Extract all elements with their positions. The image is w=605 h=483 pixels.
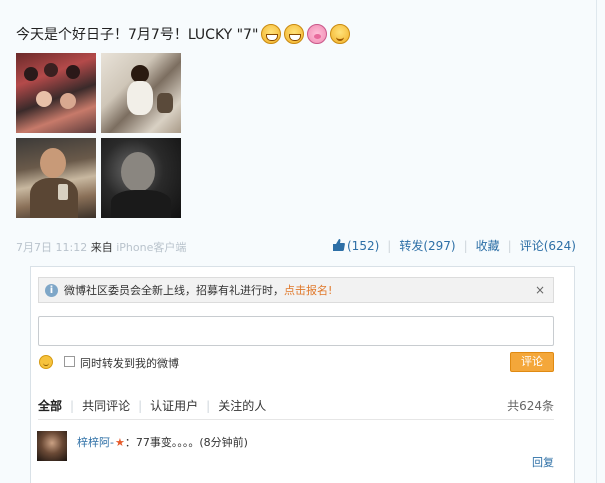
comment-filters: 全部 | 共同评论 | 认证用户 | 关注的人 — [38, 397, 266, 414]
post-source[interactable]: iPhone客户端 — [116, 241, 186, 254]
grin-icon — [284, 24, 305, 44]
avatar[interactable] — [37, 431, 67, 461]
action-divider: | — [387, 238, 392, 253]
scrollbar-track — [596, 0, 597, 483]
weibo-post-page: 今天是个好日子！7月7号！LUCKY "7" 7月7日 11:12 来自 iPh… — [0, 0, 605, 483]
submit-comment-button[interactable]: 评论 — [510, 352, 554, 372]
comment-total: 共624条 — [507, 399, 554, 413]
post-text: 今天是个好日子！7月7号！LUCKY "7" — [16, 27, 259, 43]
post-actions: (152) | 转发(297) | 收藏 | 评论(624) — [332, 237, 576, 254]
like-button[interactable]: (152) — [332, 238, 380, 253]
filter-common[interactable]: 共同评论 — [82, 397, 130, 414]
star-badge-icon[interactable]: ★ — [115, 436, 125, 449]
grin-icon — [261, 24, 282, 44]
photo-selfie[interactable] — [16, 138, 96, 218]
action-divider: | — [507, 238, 512, 253]
photo-restaurant[interactable] — [101, 53, 181, 133]
post-content: 今天是个好日子！7月7号！LUCKY "7" — [16, 24, 351, 44]
repost-checkbox[interactable] — [64, 356, 75, 367]
close-icon[interactable]: × — [535, 283, 545, 297]
comment-text: ：77事变。。。。 — [124, 436, 200, 449]
filter-divider: | — [138, 398, 143, 413]
reply-button[interactable]: 回复 — [532, 454, 554, 470]
filter-divider: | — [206, 398, 211, 413]
comment-time: (8分钟前) — [199, 436, 248, 449]
favorite-button[interactable]: 收藏 — [476, 237, 500, 254]
filter-verified[interactable]: 认证用户 — [150, 397, 198, 414]
wink-icon — [330, 24, 351, 44]
repost-button[interactable]: 转发(297) — [399, 237, 455, 254]
thumbs-up-icon — [332, 238, 345, 251]
action-divider: | — [463, 238, 468, 253]
signup-link[interactable]: 点击报名! — [284, 282, 332, 298]
filter-divider: | — [70, 398, 75, 413]
post-date[interactable]: 7月7日 11:12 — [16, 241, 87, 254]
filter-all[interactable]: 全部 — [38, 397, 62, 414]
post-meta: 7月7日 11:12 来自 iPhone客户端 — [16, 239, 186, 255]
commenter-name[interactable]: 梓梓阿- — [77, 436, 114, 449]
like-count: (152) — [347, 238, 380, 253]
pig-icon — [307, 24, 328, 44]
comment-panel: i 微博社区委员会全新上线，招募有礼进行时， 点击报名! × 同时转发到我的微博… — [30, 266, 575, 483]
comment-item: 梓梓阿-★：77事变。。。。(8分钟前) — [77, 434, 248, 450]
notice-text: 微博社区委员会全新上线，招募有礼进行时， — [64, 284, 284, 297]
comment-input[interactable] — [38, 316, 554, 346]
notice-banner: i 微博社区委员会全新上线，招募有礼进行时， 点击报名! × — [38, 277, 554, 303]
repost-checkbox-label[interactable]: 同时转发到我的微博 — [80, 355, 179, 371]
emoji-picker-icon[interactable] — [39, 355, 53, 369]
source-prefix: 来自 — [90, 241, 113, 254]
photo-group[interactable] — [16, 53, 96, 133]
photo-portrait[interactable] — [101, 138, 181, 218]
filter-following[interactable]: 关注的人 — [218, 397, 266, 414]
divider — [38, 419, 554, 420]
comment-button[interactable]: 评论(624) — [520, 237, 576, 254]
info-icon: i — [45, 283, 58, 297]
